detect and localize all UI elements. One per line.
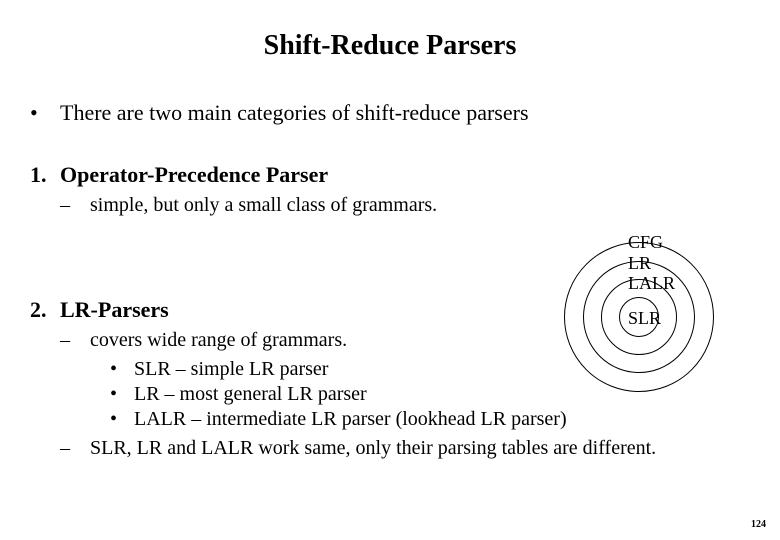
item-1-row: 1. Operator-Precedence Parser [20, 162, 760, 188]
bullet-icon: • [110, 383, 134, 406]
item-2-sub1c-row: • LALR – intermediate LR parser (lookhea… [20, 408, 760, 431]
dash-icon: – [60, 437, 90, 460]
page-number: 124 [751, 519, 766, 530]
dash-icon: – [60, 194, 90, 217]
item-1-heading: Operator-Precedence Parser [60, 162, 328, 188]
item-1-sub-text: simple, but only a small class of gramma… [90, 194, 437, 217]
slide-title: Shift-Reduce Parsers [20, 30, 760, 62]
item-1-number: 1. [30, 162, 60, 188]
label-slr: SLR [628, 308, 661, 329]
item-2-sub2-row: – SLR, LR and LALR work same, only their… [20, 437, 760, 460]
item-2-number: 2. [30, 297, 60, 323]
label-lr: LR [628, 253, 675, 274]
intro-text: There are two main categories of shift-r… [60, 100, 529, 126]
diagram-labels-top: CFG LR LALR [628, 232, 675, 294]
bullet-icon: • [110, 358, 134, 381]
dash-icon: – [60, 329, 90, 352]
bullet-icon: • [30, 100, 60, 126]
item-2-sub1b-text: LR – most general LR parser [134, 383, 367, 406]
item-2-heading: LR-Parsers [60, 297, 169, 323]
item-2-sub1-text: covers wide range of grammars. [90, 329, 347, 352]
label-cfg: CFG [628, 232, 675, 253]
item-1-sub-row: – simple, but only a small class of gram… [20, 194, 760, 217]
item-2-sub2-text: SLR, LR and LALR work same, only their p… [90, 437, 656, 460]
intro-bullet-row: • There are two main categories of shift… [20, 100, 760, 126]
grammar-hierarchy-diagram: CFG LR LALR SLR [554, 232, 724, 402]
item-2-sub1c-text: LALR – intermediate LR parser (lookhead … [134, 408, 567, 431]
item-2-sub1a-text: SLR – simple LR parser [134, 358, 328, 381]
bullet-icon: • [110, 408, 134, 431]
label-lalr: LALR [628, 273, 675, 294]
